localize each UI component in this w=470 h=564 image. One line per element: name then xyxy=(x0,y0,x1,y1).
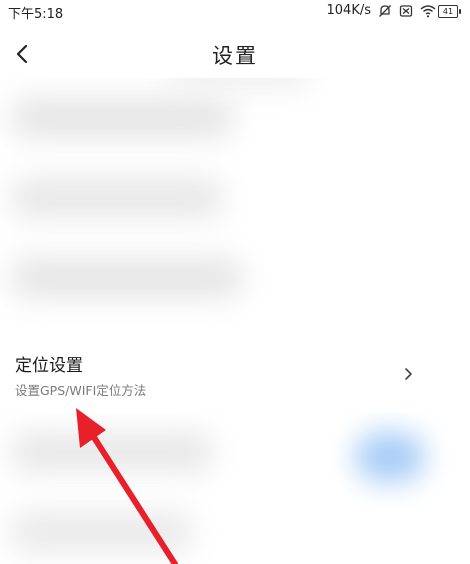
chevron-right-icon xyxy=(405,368,412,380)
location-settings-item[interactable]: 定位设置 设置GPS/WIFI定位方法 xyxy=(0,338,470,412)
blurred-row xyxy=(12,432,212,472)
blurred-row xyxy=(12,98,232,138)
blurred-row xyxy=(12,258,242,298)
wifi-icon xyxy=(420,4,436,17)
setting-title: 定位设置 xyxy=(15,356,83,376)
sim-icon xyxy=(399,4,413,17)
mute-icon xyxy=(379,4,391,17)
network-speed: 104K/s xyxy=(326,3,372,18)
page-title: 设置 xyxy=(212,44,258,68)
blurred-row xyxy=(12,512,192,552)
status-icons: 104K/s xyxy=(327,3,437,18)
blurred-settings-region-lower xyxy=(0,412,470,564)
blurred-row xyxy=(170,78,310,88)
battery-icon: 41 xyxy=(438,5,461,18)
status-time: 下午5:18 xyxy=(8,7,64,22)
blurred-toggle xyxy=(355,432,425,482)
header: 设置 xyxy=(0,30,470,78)
blurred-row xyxy=(12,178,222,218)
setting-subtitle: 设置GPS/WIFI定位方法 xyxy=(15,383,147,398)
status-bar: 下午5:18 104K/s 41 xyxy=(0,0,470,22)
blurred-settings-region xyxy=(0,78,470,334)
